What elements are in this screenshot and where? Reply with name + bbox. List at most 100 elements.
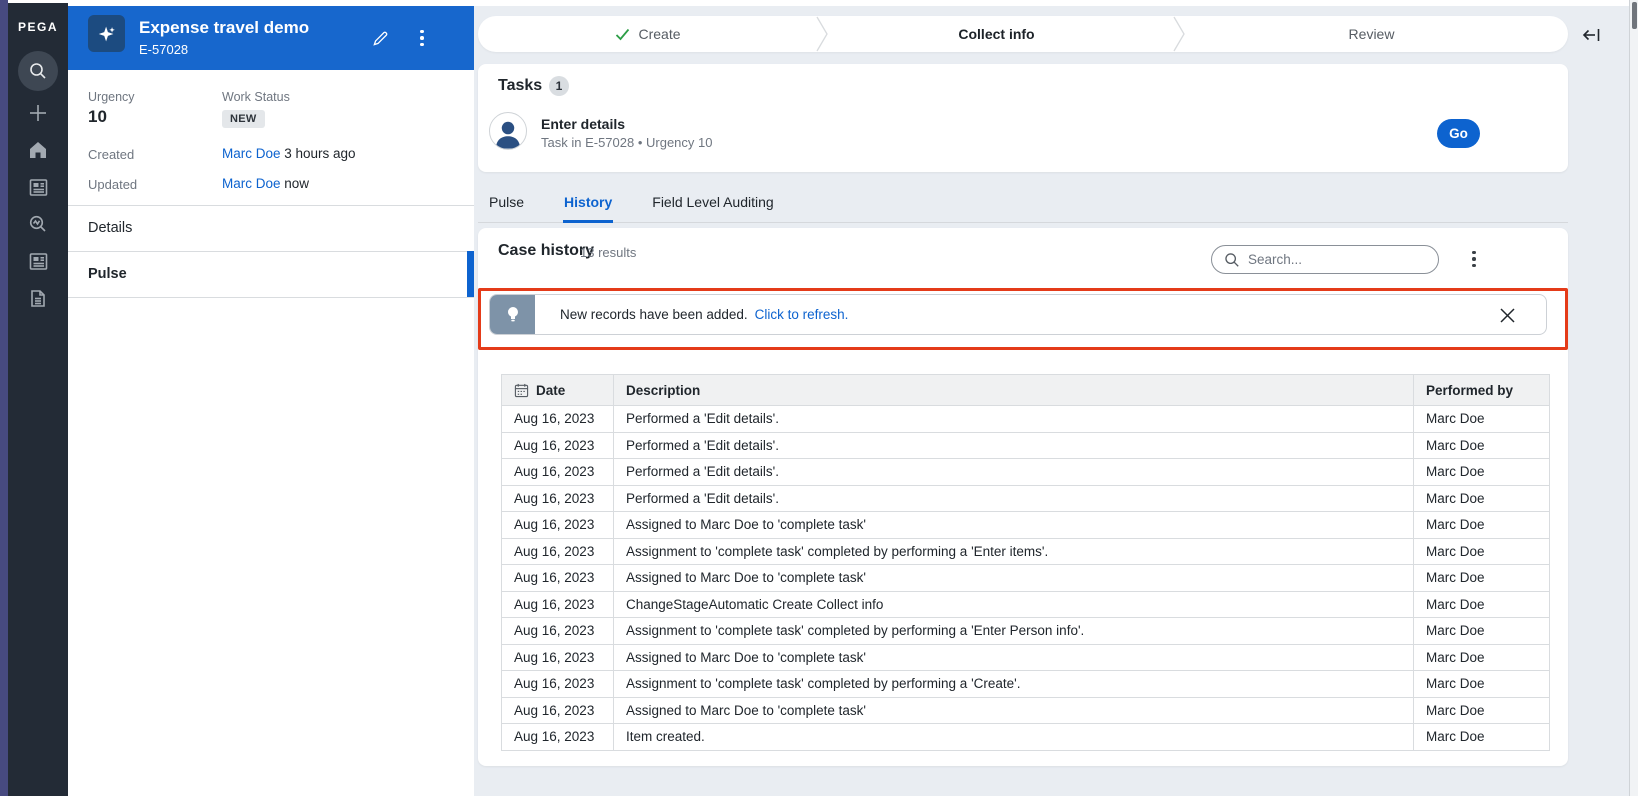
performed-by-cell: Marc Doe — [1413, 617, 1550, 645]
description-cell: Assignment to 'complete task' completed … — [613, 670, 1414, 698]
description-cell: Assignment to 'complete task' completed … — [613, 617, 1414, 645]
case-header: Expense travel demo E-57028 — [68, 6, 474, 70]
description-cell: Item created. — [613, 723, 1414, 751]
table-row[interactable]: Aug 16, 2023 Performed a 'Edit details'. M… — [501, 484, 1550, 512]
main-content: Create Collect info Review Tasks 1 Enter… — [474, 6, 1638, 796]
table-row[interactable]: Aug 16, 2023 ChangeStageAutomatic Create … — [501, 590, 1550, 618]
tab-bar: Pulse History Field Level Auditing — [478, 190, 1568, 223]
stage-review[interactable]: Review — [1175, 16, 1568, 52]
task-link[interactable]: Enter details — [541, 116, 625, 132]
feed-icon[interactable] — [18, 241, 58, 281]
table-row[interactable]: Aug 16, 2023 Performed a 'Edit details'. M… — [501, 458, 1550, 486]
tab-pulse[interactable]: Pulse — [488, 190, 525, 223]
date-cell: Aug 16, 2023 — [501, 670, 614, 698]
tab-field-level-auditing[interactable]: Field Level Auditing — [651, 190, 774, 223]
app-sidebar: PEGA — [8, 3, 68, 796]
stage-breadcrumb: Create Collect info Review — [478, 16, 1568, 52]
avatar — [489, 112, 527, 150]
date-cell: Aug 16, 2023 — [501, 564, 614, 592]
created-value: Marc Doe 3 hours ago — [222, 146, 356, 161]
performed-by-cell: Marc Doe — [1413, 511, 1550, 539]
description-cell: Performed a 'Edit details'. — [613, 431, 1414, 459]
panel-nav-pulse[interactable]: Pulse — [68, 251, 474, 297]
check-icon — [616, 28, 630, 40]
search-icon[interactable] — [18, 51, 58, 91]
task-subtitle: Task in E-57028 • Urgency 10 — [541, 135, 713, 150]
column-header-date[interactable]: Date — [501, 374, 614, 406]
column-header-performed-by[interactable]: Performed by — [1413, 374, 1550, 406]
stage-separator — [816, 16, 828, 52]
browser-edge-strip — [0, 0, 8, 796]
table-row[interactable]: Aug 16, 2023 Assigned to Marc Doe to 'com… — [501, 696, 1550, 724]
date-cell: Aug 16, 2023 — [501, 458, 614, 486]
stage-separator — [1173, 16, 1185, 52]
divider — [68, 297, 474, 298]
updated-user-link[interactable]: Marc Doe — [222, 176, 281, 191]
date-cell: Aug 16, 2023 — [501, 723, 614, 751]
date-cell: Aug 16, 2023 — [501, 484, 614, 512]
table-row[interactable]: Aug 16, 2023 Performed a 'Edit details'. M… — [501, 405, 1550, 433]
tab-history[interactable]: History — [563, 190, 614, 223]
history-more-icon[interactable] — [1462, 247, 1486, 271]
case-more-icon[interactable] — [408, 24, 436, 52]
performed-by-cell: Marc Doe — [1413, 537, 1550, 565]
stage-create[interactable]: Create — [478, 16, 818, 52]
date-cell: Aug 16, 2023 — [501, 696, 614, 724]
date-cell: Aug 16, 2023 — [501, 590, 614, 618]
work-status-label: Work Status — [222, 90, 290, 104]
date-cell: Aug 16, 2023 — [501, 537, 614, 565]
case-history-card: Case history 13 results New records have… — [478, 228, 1568, 766]
case-id: E-57028 — [139, 42, 189, 57]
urgency-value: 10 — [88, 107, 107, 126]
edit-icon[interactable] — [366, 24, 394, 52]
performed-by-cell: Marc Doe — [1413, 431, 1550, 459]
scrollbar[interactable] — [1629, 0, 1638, 796]
search-input[interactable] — [1248, 252, 1418, 267]
case-summary-panel: Expense travel demo E-57028 Urgency 10 W… — [68, 6, 474, 796]
go-button[interactable]: Go — [1437, 119, 1480, 148]
description-cell: Assigned to Marc Doe to 'complete task' — [613, 511, 1414, 539]
performed-by-cell: Marc Doe — [1413, 643, 1550, 671]
add-icon[interactable] — [18, 93, 58, 133]
case-type-icon — [88, 15, 125, 52]
stage-collect-info[interactable]: Collect info — [818, 16, 1175, 52]
date-cell: Aug 16, 2023 — [501, 405, 614, 433]
home-icon[interactable] — [18, 130, 58, 170]
performed-by-cell: Marc Doe — [1413, 696, 1550, 724]
pega-logo: PEGA — [17, 20, 58, 34]
created-user-link[interactable]: Marc Doe — [222, 146, 281, 161]
table-row[interactable]: Aug 16, 2023 Assigned to Marc Doe to 'com… — [501, 511, 1550, 539]
date-cell: Aug 16, 2023 — [501, 431, 614, 459]
description-cell: Performed a 'Edit details'. — [613, 405, 1414, 433]
work-status-badge: NEW — [222, 109, 265, 128]
collapse-panel-icon[interactable] — [1580, 24, 1602, 46]
table-row[interactable]: Aug 16, 2023 Assigned to Marc Doe to 'com… — [501, 564, 1550, 592]
close-icon[interactable] — [1499, 307, 1516, 324]
updated-label: Updated — [88, 177, 138, 192]
performed-by-cell: Marc Doe — [1413, 484, 1550, 512]
description-cell: Assigned to Marc Doe to 'complete task' — [613, 643, 1414, 671]
lightbulb-icon — [490, 295, 535, 334]
performed-by-cell: Marc Doe — [1413, 405, 1550, 433]
active-nav-indicator — [467, 251, 474, 297]
table-row[interactable]: Aug 16, 2023 Assignment to 'complete task… — [501, 670, 1550, 698]
tasks-title: Tasks — [498, 77, 543, 94]
date-cell: Aug 16, 2023 — [501, 617, 614, 645]
description-cell: Assignment to 'complete task' completed … — [613, 537, 1414, 565]
column-header-description[interactable]: Description — [613, 374, 1414, 406]
table-row[interactable]: Aug 16, 2023 Performed a 'Edit details'. M… — [501, 431, 1550, 459]
description-cell: ChangeStageAutomatic Create Collect info — [613, 590, 1414, 618]
insights-icon[interactable] — [18, 204, 58, 244]
document-icon[interactable] — [18, 278, 58, 318]
table-row[interactable]: Aug 16, 2023 Assigned to Marc Doe to 'com… — [501, 643, 1550, 671]
table-header-row: Date Description Performed by — [501, 374, 1550, 406]
refresh-link[interactable]: Click to refresh. — [755, 307, 849, 322]
panel-nav-details[interactable]: Details — [68, 205, 474, 251]
worklist-icon[interactable] — [18, 167, 58, 207]
scrollbar-thumb[interactable] — [1632, 2, 1637, 29]
description-cell: Assigned to Marc Doe to 'complete task' — [613, 564, 1414, 592]
table-row[interactable]: Aug 16, 2023 Item created. Marc Doe — [501, 723, 1550, 751]
table-row[interactable]: Aug 16, 2023 Assignment to 'complete task… — [501, 617, 1550, 645]
description-cell: Performed a 'Edit details'. — [613, 484, 1414, 512]
table-row[interactable]: Aug 16, 2023 Assignment to 'complete task… — [501, 537, 1550, 565]
